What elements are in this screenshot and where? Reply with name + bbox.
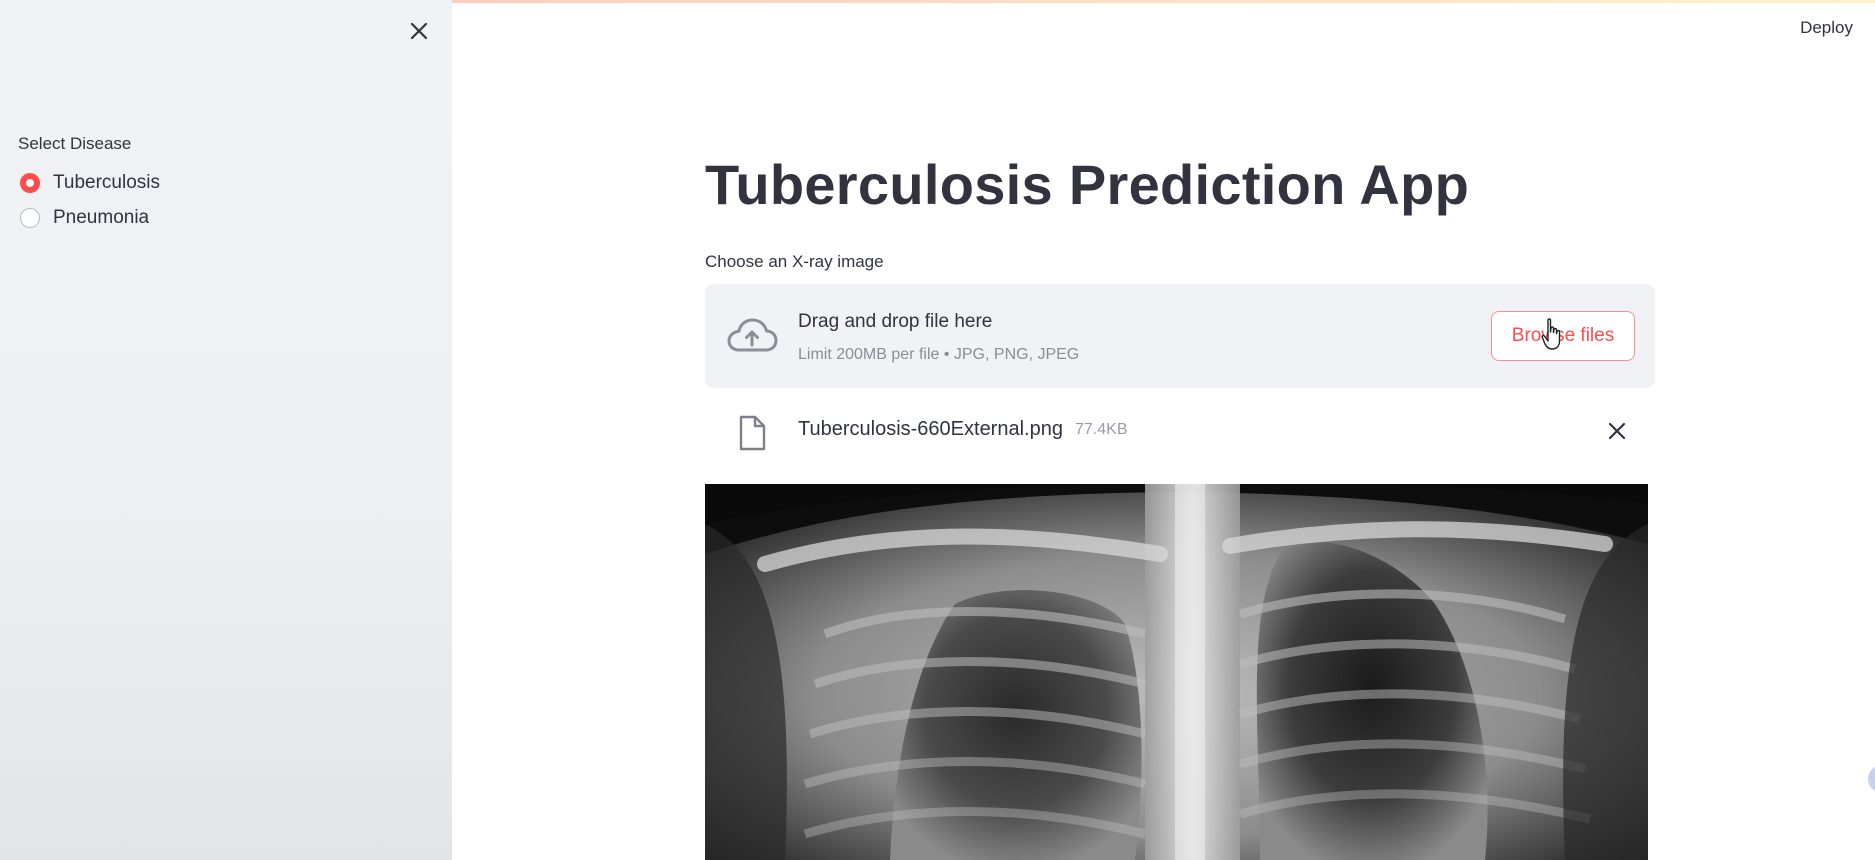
close-icon [410,22,428,40]
disease-radio-label: Select Disease [18,134,132,153]
hand-pointer-cursor-icon [1541,318,1561,350]
deploy-button[interactable]: Deploy [1800,18,1853,38]
file-icon [739,415,766,451]
app-root: Select Disease Tuberculosis Pneumonia De… [0,0,1875,860]
radio-unchecked-icon [20,208,40,228]
uploaded-file-size: 77.4KB [1075,421,1128,438]
xray-image [705,484,1648,860]
file-uploader-label: Choose an X-ray image [705,252,884,271]
file-dropzone[interactable]: Drag and drop file here Limit 200MB per … [705,284,1655,388]
radio-option-tuberculosis[interactable]: Tuberculosis [20,172,160,194]
dropzone-subtitle: Limit 200MB per file • JPG, PNG, JPEG [798,346,1080,363]
cloud-upload-icon [727,318,778,352]
radio-option-pneumonia[interactable]: Pneumonia [20,207,149,229]
floating-status-indicator [1868,765,1875,793]
radio-option-label: Tuberculosis [53,172,161,193]
radio-checked-icon [20,173,40,193]
close-icon [1608,422,1626,440]
dropzone-title: Drag and drop file here [798,311,993,332]
sidebar: Select Disease Tuberculosis Pneumonia [0,0,452,860]
chest-xray-drawing [705,484,1648,860]
uploaded-file-row: Tuberculosis-660External.png 77.4KB [705,405,1655,461]
uploaded-file-name: Tuberculosis-660External.png [798,418,1063,440]
sidebar-close-button[interactable] [406,18,432,44]
remove-file-button[interactable] [1605,419,1629,443]
radio-option-label: Pneumonia [53,207,150,228]
page-title: Tuberculosis Prediction App [705,153,1470,216]
